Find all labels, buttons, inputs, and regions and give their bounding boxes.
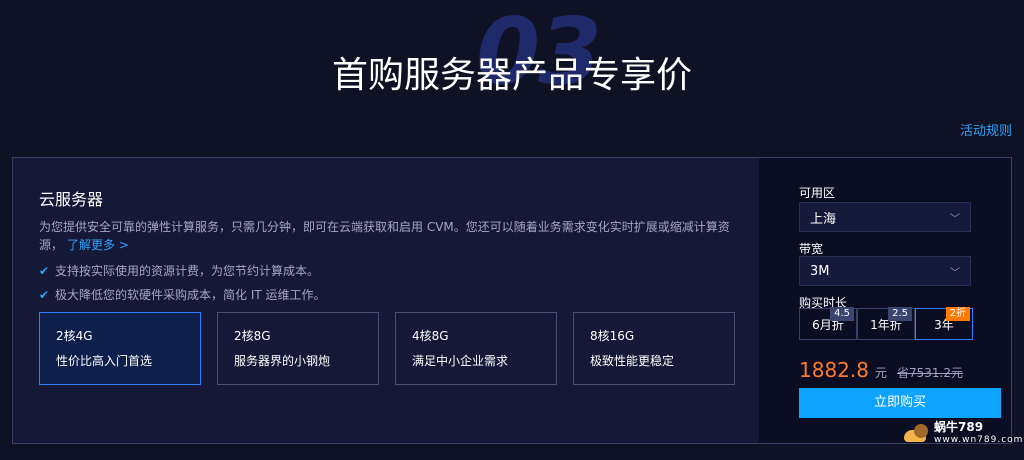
watermark-text: 蜗牛789 www.wn789.com <box>934 420 1023 446</box>
bandwidth-value: 3M <box>810 263 830 279</box>
discount-badge: 2.5 <box>888 307 912 321</box>
feature-item: ✔ 支持按实际使用的资源计费，为您节约计算成本。 <box>39 262 319 279</box>
zone-select[interactable]: 上海 ﹀ <box>799 202 971 232</box>
learn-more-link[interactable]: 了解更多 > <box>67 238 129 252</box>
zone-value: 上海 <box>810 211 837 227</box>
duration-option-1y[interactable]: 2.5 1年折 <box>857 307 915 340</box>
discount-badge: 2折 <box>945 307 970 321</box>
order-panel: 可用区 上海 ﹀ 带宽 3M ﹀ 购买时长 4.5 6月折 2.5 1年折 2折… <box>759 158 1011 443</box>
watermark: 蜗牛789 www.wn789.com <box>904 420 1023 446</box>
duration-option-3y[interactable]: 2折 3年 <box>915 307 973 340</box>
config-option-2c8g[interactable]: 2核8G 服务器界的小钢炮 <box>217 312 379 385</box>
activity-rules-link[interactable]: 活动规则 <box>960 120 1012 139</box>
config-spec: 2核8G <box>234 329 271 343</box>
chevron-down-icon: ﹀ <box>950 267 960 279</box>
feature-item: ✔ 极大降低您的软硬件采购成本，简化 IT 运维工作。 <box>39 286 326 303</box>
page-title: 首购服务器产品专享价 <box>331 55 692 96</box>
watermark-url: www.wn789.com <box>934 435 1024 445</box>
product-info: 云服务器 为您提供安全可靠的弹性计算服务，只需几分钟，即可在云端获取和启用 CV… <box>13 158 759 443</box>
config-desc: 性价比高入门首选 <box>56 354 153 368</box>
product-name: 云服务器 <box>39 190 104 209</box>
duration-option-6m[interactable]: 4.5 6月折 <box>799 307 857 340</box>
snail-logo-icon <box>904 422 930 444</box>
config-options: 2核4G 性价比高入门首选 2核8G 服务器界的小钢炮 4核8G 满足中小企业需… <box>39 312 735 385</box>
duration-options: 4.5 6月折 2.5 1年折 2折 3年 <box>799 307 973 340</box>
bandwidth-select[interactable]: 3M ﹀ <box>799 256 971 286</box>
feature-text: 支持按实际使用的资源计费，为您节约计算成本。 <box>55 264 320 278</box>
buy-now-button[interactable]: 立即购买 <box>799 388 1001 418</box>
feature-text: 极大降低您的软硬件采购成本，简化 IT 运维工作。 <box>55 288 326 302</box>
chevron-down-icon: ﹀ <box>950 213 960 225</box>
config-desc: 服务器界的小钢炮 <box>234 354 331 368</box>
product-description: 为您提供安全可靠的弹性计算服务，只需几分钟，即可在云端获取和启用 CVM。您还可… <box>39 218 739 254</box>
price-unit: 元 <box>874 366 887 380</box>
config-option-8c16g[interactable]: 8核16G 极致性能更稳定 <box>573 312 735 385</box>
original-price: 省7531.2元 <box>897 366 963 380</box>
price-value: 1882.8 <box>799 358 869 382</box>
description-text: 为您提供安全可靠的弹性计算服务，只需几分钟，即可在云端获取和启用 CVM。您还可… <box>39 220 730 252</box>
price-row: 1882.8 元 省7531.2元 <box>799 358 963 382</box>
config-option-4c8g[interactable]: 4核8G 满足中小企业需求 <box>395 312 557 385</box>
config-option-2c4g[interactable]: 2核4G 性价比高入门首选 <box>39 312 201 385</box>
discount-badge: 4.5 <box>830 307 854 321</box>
watermark-name: 蜗牛789 <box>934 420 984 434</box>
zone-label: 可用区 <box>799 186 836 200</box>
check-icon: ✔ <box>39 263 50 278</box>
config-spec: 4核8G <box>412 329 449 343</box>
config-desc: 满足中小企业需求 <box>412 354 509 368</box>
config-desc: 极致性能更稳定 <box>590 354 675 368</box>
config-spec: 2核4G <box>56 329 93 343</box>
bandwidth-label: 带宽 <box>799 242 824 256</box>
check-icon: ✔ <box>39 287 50 302</box>
config-spec: 8核16G <box>590 329 635 343</box>
product-card: 云服务器 为您提供安全可靠的弹性计算服务，只需几分钟，即可在云端获取和启用 CV… <box>12 157 1012 444</box>
